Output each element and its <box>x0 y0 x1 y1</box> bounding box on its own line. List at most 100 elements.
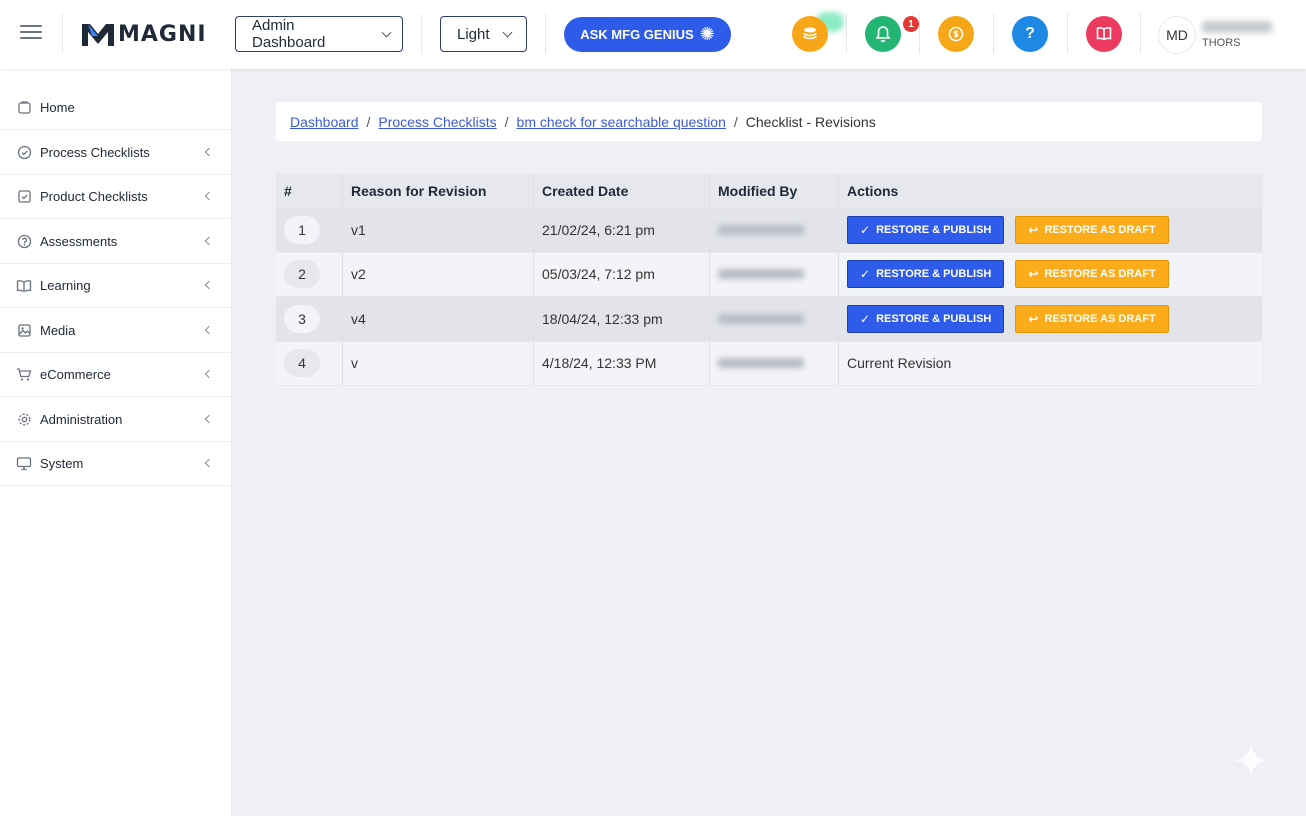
coins-button[interactable] <box>792 16 828 52</box>
user-org: THORS <box>1202 37 1241 49</box>
row-number: 4 <box>284 349 320 378</box>
header-divider <box>421 14 422 54</box>
menu-toggle-icon[interactable] <box>20 25 42 43</box>
sidebar-item-label: Home <box>40 100 75 115</box>
check-icon: ✓ <box>860 267 871 282</box>
chevron-left-icon <box>204 191 214 201</box>
sidebar-item-media[interactable]: Media <box>0 309 232 353</box>
guide-book-button[interactable] <box>1086 16 1122 52</box>
sidebar-item-label: Assessments <box>40 234 118 249</box>
header-divider <box>1140 14 1141 54</box>
coins-icon <box>803 27 817 40</box>
chevron-down-icon <box>381 27 392 37</box>
sidebar-item-label: Product Checklists <box>40 189 148 204</box>
breadcrumb-link-process-checklists[interactable]: Process Checklists <box>378 114 496 130</box>
header-divider <box>545 14 546 54</box>
book-icon <box>1096 27 1112 41</box>
row-number: 3 <box>284 304 320 333</box>
notification-count-badge: 1 <box>903 16 919 32</box>
logo-mark-icon <box>82 24 114 46</box>
revision-reason: v4 <box>343 297 534 341</box>
sparkle-icon: ✺ <box>699 24 715 44</box>
chevron-left-icon <box>204 280 214 290</box>
user-avatar[interactable]: MD <box>1158 16 1196 54</box>
column-header-created-date[interactable]: Created Date <box>534 174 710 208</box>
row-number: 1 <box>284 215 320 244</box>
check-circle-icon <box>16 145 32 161</box>
column-header-reason[interactable]: Reason for Revision <box>343 174 534 208</box>
sidebar-item-system[interactable]: System <box>0 442 232 486</box>
restore-draft-button[interactable]: ↩ RESTORE AS DRAFT <box>1015 304 1169 333</box>
breadcrumb-separator: / <box>733 113 738 130</box>
restore-draft-button[interactable]: ↩ RESTORE AS DRAFT <box>1015 215 1169 244</box>
header-divider <box>919 14 920 54</box>
avatar-initials: MD <box>1166 27 1188 43</box>
sidebar-item-ecommerce[interactable]: eCommerce <box>0 353 232 397</box>
theme-select[interactable]: Light <box>440 16 527 52</box>
image-icon <box>16 323 32 339</box>
check-icon: ✓ <box>860 222 871 237</box>
restore-publish-button[interactable]: ✓ RESTORE & PUBLISH <box>847 260 1005 289</box>
created-date: 18/04/24, 12:33 pm <box>534 297 710 341</box>
breadcrumb-current: Checklist - Revisions <box>745 113 876 130</box>
breadcrumb-link-checklist[interactable]: bm check for searchable question <box>517 114 726 130</box>
sidebar-item-home[interactable]: Home <box>0 86 232 130</box>
undo-icon: ↩ <box>1028 311 1039 326</box>
help-button[interactable]: ? <box>1012 16 1048 52</box>
monitor-icon <box>16 456 32 472</box>
sparkle-icon: ✦ <box>1231 735 1271 787</box>
current-revision-label: Current Revision <box>847 355 952 372</box>
breadcrumb-separator: / <box>366 113 371 130</box>
notifications-button[interactable] <box>865 16 901 52</box>
modified-by-redacted <box>718 269 804 280</box>
header-divider <box>846 14 847 54</box>
question-circle-icon <box>16 234 32 250</box>
row-number: 2 <box>284 260 320 289</box>
column-header-number[interactable]: # <box>276 174 343 208</box>
sidebar-item-product-checklists[interactable]: Product Checklists <box>0 175 232 219</box>
created-date: 05/03/24, 7:12 pm <box>534 252 710 296</box>
breadcrumb-link-dashboard[interactable]: Dashboard <box>290 114 359 130</box>
table-row: 2 v2 05/03/24, 7:12 pm ✓ RESTORE & PUBLIS… <box>276 252 1262 297</box>
restore-draft-button[interactable]: ↩ RESTORE AS DRAFT <box>1015 260 1169 289</box>
restore-draft-label: RESTORE AS DRAFT <box>1044 223 1156 236</box>
sidebar-item-label: eCommerce <box>40 367 111 382</box>
chevron-left-icon <box>204 414 214 424</box>
sidebar-item-administration[interactable]: Administration <box>0 398 232 442</box>
ask-mfg-genius-button[interactable]: ASK MFG GENIUS ✺ <box>564 17 731 52</box>
sidebar-item-label: Process Checklists <box>40 145 150 160</box>
sidebar-item-process-checklists[interactable]: Process Checklists <box>0 131 232 175</box>
dollar-button[interactable] <box>938 16 974 52</box>
top-header: MAGNI Admin Dashboard Light ASK MFG GENI… <box>0 0 1306 69</box>
sidebar-item-assessments[interactable]: Assessments <box>0 220 232 264</box>
header-divider <box>993 14 994 54</box>
sidebar-item-learning[interactable]: Learning <box>0 264 232 308</box>
sidebar: Home Process Checklists Product Checklis… <box>0 69 232 816</box>
book-open-icon <box>16 278 32 294</box>
restore-draft-label: RESTORE AS DRAFT <box>1044 268 1156 281</box>
chevron-left-icon <box>204 236 214 246</box>
breadcrumb-separator: / <box>504 113 509 130</box>
modified-by-redacted <box>718 313 804 324</box>
chevron-left-icon <box>204 458 214 468</box>
column-header-modified-by[interactable]: Modified By <box>710 174 839 208</box>
help-icon: ? <box>1025 25 1035 42</box>
header-divider <box>62 14 63 54</box>
chevron-left-icon <box>204 325 214 335</box>
header-divider <box>1067 14 1068 54</box>
theme-select-value: Light <box>457 25 490 43</box>
revision-reason: v2 <box>343 252 534 296</box>
restore-publish-button[interactable]: ✓ RESTORE & PUBLISH <box>847 215 1005 244</box>
chevron-left-icon <box>204 369 214 379</box>
user-name-redacted <box>1202 21 1272 33</box>
restore-publish-button[interactable]: ✓ RESTORE & PUBLISH <box>847 304 1005 333</box>
logo[interactable]: MAGNI <box>82 20 207 48</box>
dashboard-select[interactable]: Admin Dashboard <box>235 16 403 52</box>
check-icon: ✓ <box>860 311 871 326</box>
sidebar-item-label: Administration <box>40 412 123 427</box>
table-row: 1 v1 21/02/24, 6:21 pm ✓ RESTORE & PUBLIS… <box>276 208 1262 253</box>
sidebar-item-label: System <box>40 456 84 471</box>
logo-text: MAGNI <box>118 21 207 47</box>
column-header-actions: Actions <box>847 183 899 199</box>
restore-publish-label: RESTORE & PUBLISH <box>876 223 992 236</box>
